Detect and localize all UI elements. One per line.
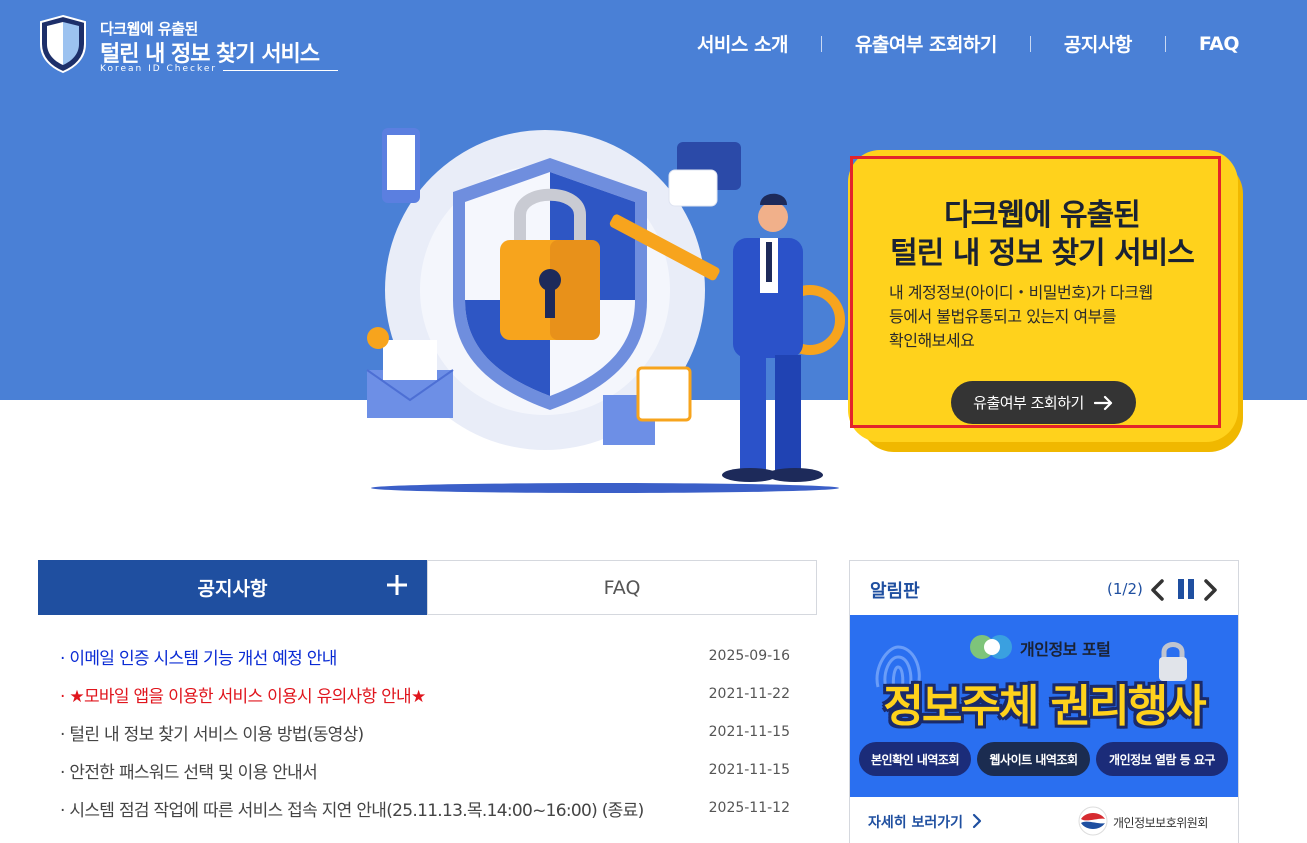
notice-list: · 이메일 인증 시스템 기능 개선 예정 안내 2025-09-16 · ★모…	[60, 637, 790, 827]
nav-notices[interactable]: 공지사항	[1064, 30, 1132, 57]
notice-title[interactable]: · 시스템 점검 작업에 따른 서비스 접속 지연 안내(25.11.13.목.…	[60, 796, 644, 821]
tab-faq[interactable]: FAQ	[427, 560, 817, 615]
notice-date: 2021-11-22	[708, 686, 790, 702]
promo-title-line2: 털린 내 정보 찾기 서비스	[890, 236, 1195, 271]
notice-date: 2025-09-16	[708, 648, 790, 664]
notice-date: 2025-11-12	[708, 800, 790, 816]
chevron-right-icon[interactable]	[1200, 578, 1220, 602]
security-illustration	[366, 128, 845, 493]
board-page-indicator: (1/2)	[1107, 580, 1143, 598]
banner-headline: 정보주체 권리행사	[883, 681, 1206, 732]
notice-date: 2021-11-15	[708, 762, 790, 778]
pause-icon[interactable]	[1176, 578, 1196, 600]
tab-notices[interactable]: 공지사항	[38, 560, 427, 615]
promo-description: 내 계정정보(아이디・비밀번호)가 다크웹 등에서 불법유통되고 있는지 여부를…	[889, 281, 1189, 353]
board-title: 알림판	[870, 581, 920, 602]
chevron-left-icon[interactable]	[1148, 578, 1168, 602]
main-nav: 서비스 소개 유출여부 조회하기 공지사항 FAQ	[697, 30, 1240, 57]
nav-service-intro[interactable]: 서비스 소개	[697, 30, 789, 57]
nav-divider	[1164, 35, 1166, 52]
notice-row: · 시스템 점검 작업에 따른 서비스 접속 지연 안내(25.11.13.목.…	[60, 789, 790, 827]
nav-divider	[820, 35, 822, 52]
notice-row: · ★모바일 앱을 이용한 서비스 이용시 유의사항 안내★ 2021-11-2…	[60, 675, 790, 713]
notice-row: · 안전한 패스워드 선택 및 이용 안내서 2021-11-15	[60, 751, 790, 789]
notice-title[interactable]: · ★모바일 앱을 이용한 서비스 이용시 유의사항 안내★	[60, 682, 426, 707]
promo-desc-line2: 등에서 불법유통되고 있는지 여부를	[889, 307, 1117, 326]
leak-check-button-label: 유출여부 조회하기	[973, 394, 1084, 412]
site-logo[interactable]: 다크웹에 유출된 털린 내 정보 찾기 서비스 Korean ID Checke…	[38, 14, 348, 76]
notice-title[interactable]: · 이메일 인증 시스템 기능 개선 예정 안내	[60, 644, 337, 669]
nav-leak-check[interactable]: 유출여부 조회하기	[855, 30, 997, 57]
leak-check-button[interactable]: 유출여부 조회하기	[951, 381, 1136, 424]
chevron-right-icon	[972, 813, 982, 829]
promo-desc-line1: 내 계정정보(아이디・비밀번호)가 다크웹	[889, 283, 1153, 302]
notice-row: · 털린 내 정보 찾기 서비스 이용 방법(동영상) 2021-11-15	[60, 713, 790, 751]
logo-subtitle: Korean ID Checker	[100, 64, 218, 74]
shield-logo-icon	[40, 14, 86, 74]
banner-portal-name: 개인정보 포털	[1020, 640, 1111, 659]
view-more-link[interactable]: 자세히 보러가기	[868, 812, 963, 832]
government-emblem-icon	[1078, 806, 1108, 836]
nav-faq[interactable]: FAQ	[1199, 33, 1240, 55]
notice-date: 2021-11-15	[708, 724, 790, 740]
nav-divider	[1029, 35, 1031, 52]
banner-pill-access-request: 개인정보 열람 등 요구	[1096, 742, 1228, 776]
banner-pill-identity: 본인확인 내역조회	[859, 742, 971, 776]
notice-title[interactable]: · 안전한 패스워드 선택 및 이용 안내서	[60, 758, 318, 783]
notice-title[interactable]: · 털린 내 정보 찾기 서비스 이용 방법(동영상)	[60, 720, 364, 745]
arrow-right-icon	[1093, 395, 1112, 410]
plus-icon[interactable]	[384, 572, 410, 598]
portal-logo-icon	[970, 635, 1012, 659]
notice-row: · 이메일 인증 시스템 기능 개선 예정 안내 2025-09-16	[60, 637, 790, 675]
pipc-org-name: 개인정보보호위원회	[1113, 816, 1208, 830]
banner-pill-website: 웹사이트 내역조회	[977, 742, 1090, 776]
logo-underline	[223, 70, 338, 71]
promo-desc-line3: 확인해보세요	[889, 331, 975, 350]
